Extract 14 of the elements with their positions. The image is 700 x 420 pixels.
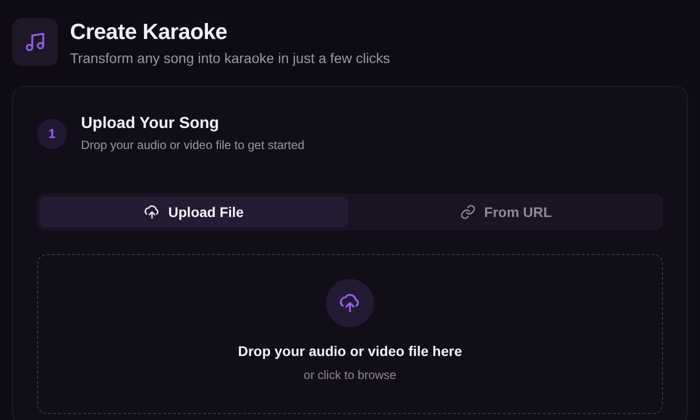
tab[interactable]: Upload File [40,197,348,227]
drop-title: Drop your audio or video file here [238,343,462,359]
drop-hint: or click to browse [304,368,396,382]
cloud-upload-icon [144,204,160,220]
page-subtitle: Transform any song into karaoke in just a few clicks [70,50,390,66]
step-title: Upload Your Song [81,115,220,133]
page-title: Create Karaoke [70,18,228,44]
drop-zone[interactable]: Drop your audio or video file here or click to browse [37,254,663,414]
cloud-upload-icon [326,279,374,327]
tab[interactable]: From URL [352,197,660,227]
step-subtitle: Drop your audio or video file to get started [81,138,304,152]
link-icon [460,204,476,220]
music-note-icon [12,18,58,66]
step-number: 1 [37,118,67,148]
